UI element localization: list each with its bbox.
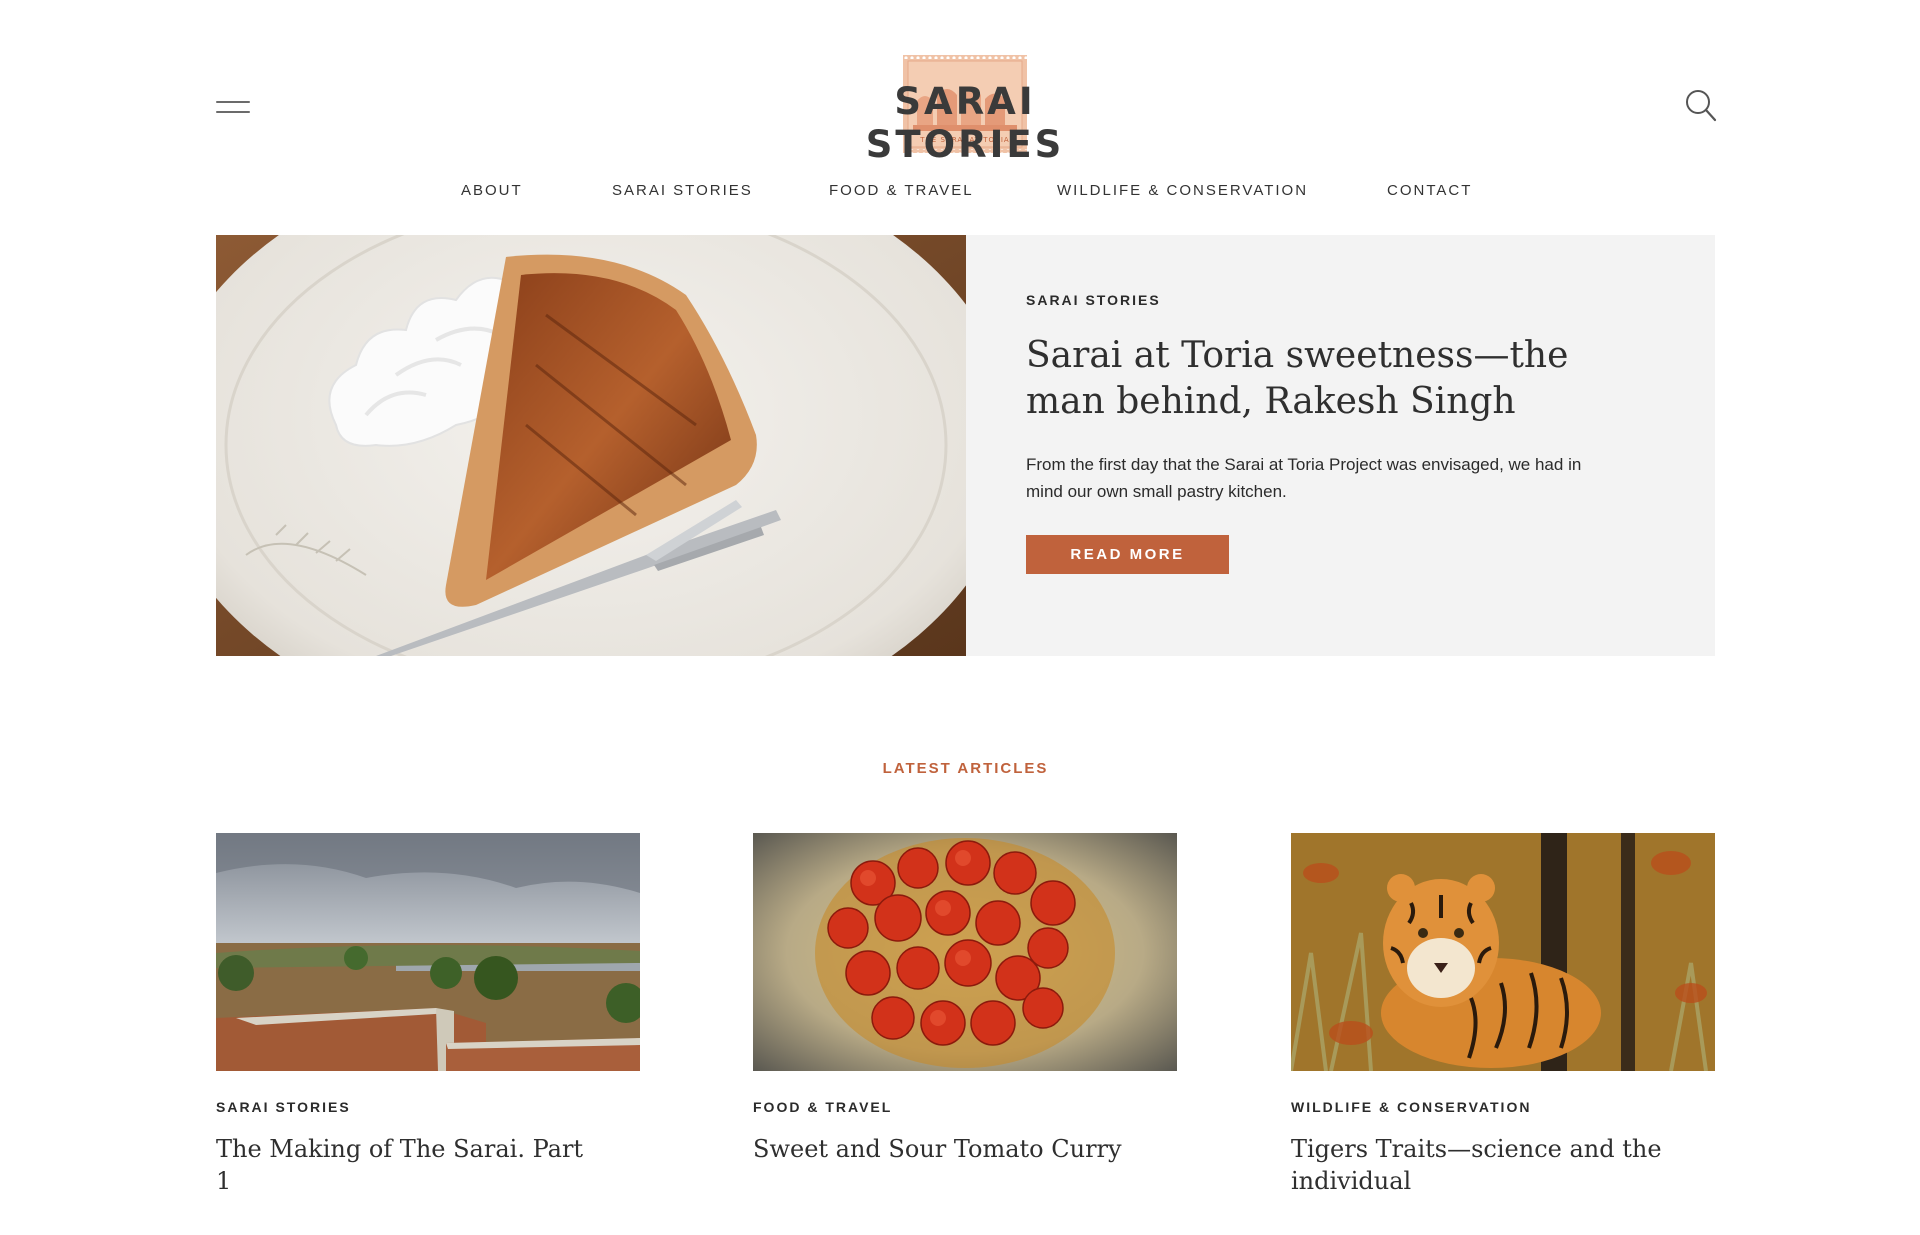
search-button[interactable] [1684,88,1718,124]
article-image[interactable] [1291,833,1715,1071]
hamburger-icon-line [216,101,250,103]
featured-panel: SARAI STORIES Sarai at Toria sweetness—t… [966,235,1715,656]
article-card[interactable]: FOOD & TRAVEL Sweet and Sour Tomato Curr… [753,833,1177,1165]
site-logo[interactable]: THE SARAI AT TORIA SARAI STORIES [820,50,1110,166]
pastry-photo [216,235,966,656]
article-image[interactable] [753,833,1177,1071]
tiger-photo [1291,833,1715,1071]
article-card[interactable]: SARAI STORIES The Making of The Sarai. P… [216,833,640,1197]
site-header: THE SARAI AT TORIA SARAI STORIES ABOUT S… [0,0,1920,230]
main-nav: ABOUT SARAI STORIES FOOD & TRAVEL WILDLI… [0,182,1920,206]
read-more-button[interactable]: READ MORE [1026,535,1229,574]
featured-article: SARAI STORIES Sarai at Toria sweetness—t… [216,235,1715,656]
logo-text: SARAI STORIES [865,80,1065,166]
article-image[interactable] [216,833,640,1071]
tomato-curry-photo [753,833,1177,1071]
nav-item-about[interactable]: ABOUT [461,182,523,199]
article-category[interactable]: SARAI STORIES [216,1099,640,1115]
nav-item-sarai-stories[interactable]: SARAI STORIES [612,182,753,199]
featured-title[interactable]: Sarai at Toria sweetness—the man behind,… [1026,333,1626,425]
hamburger-icon-line [216,111,250,113]
article-category[interactable]: FOOD & TRAVEL [753,1099,1177,1115]
article-card[interactable]: WILDLIFE & CONSERVATION Tigers Traits—sc… [1291,833,1715,1197]
nav-item-wildlife-conservation[interactable]: WILDLIFE & CONSERVATION [1057,182,1308,199]
latest-articles-heading: LATEST ARTICLES [882,760,1049,777]
featured-image[interactable] [216,235,966,656]
nav-item-food-travel[interactable]: FOOD & TRAVEL [829,182,974,199]
menu-button[interactable] [216,96,254,120]
article-title[interactable]: Tigers Traits—science and the individual [1291,1133,1671,1197]
search-icon [1686,90,1717,122]
landscape-photo [216,833,640,1071]
featured-category[interactable]: SARAI STORIES [1026,292,1161,308]
featured-description: From the first day that the Sarai at Tor… [1026,455,1582,501]
article-category[interactable]: WILDLIFE & CONSERVATION [1291,1099,1715,1115]
article-title[interactable]: Sweet and Sour Tomato Curry [753,1133,1133,1165]
article-title[interactable]: The Making of The Sarai. Part 1 [216,1133,596,1197]
nav-item-contact[interactable]: CONTACT [1387,182,1472,199]
